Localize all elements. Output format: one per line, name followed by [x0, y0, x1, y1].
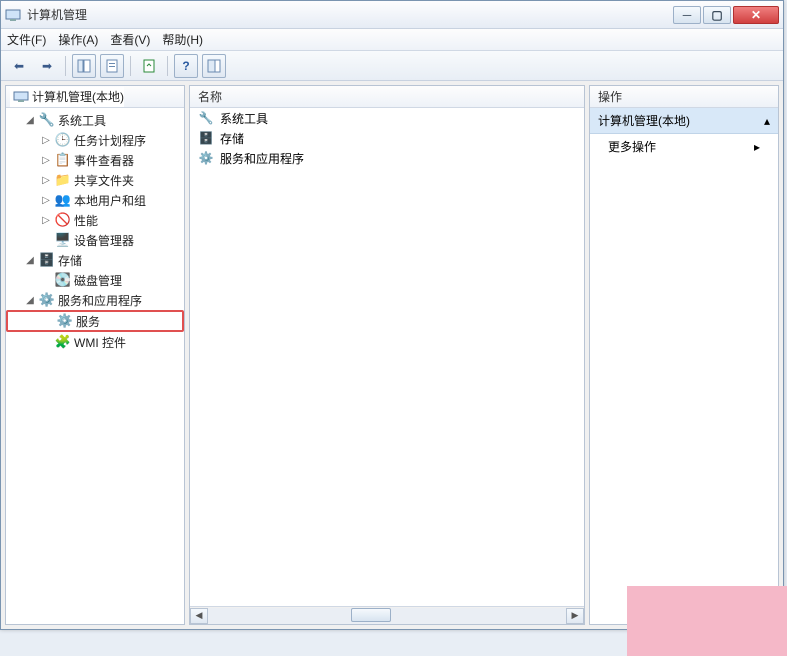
services-apps-icon: ⚙️ [39, 292, 55, 308]
folder-share-icon: 📁 [55, 172, 71, 188]
tree-item-services-apps[interactable]: ◢ ⚙️ 服务和应用程序 [6, 290, 184, 310]
scroll-thumb[interactable] [351, 608, 391, 622]
close-button[interactable]: ✕ [733, 6, 779, 24]
show-hide-tree-button[interactable] [72, 54, 96, 78]
scroll-left-button[interactable]: ◀ [190, 608, 208, 624]
menu-action[interactable]: 操作(A) [58, 31, 98, 48]
refresh-button[interactable] [137, 54, 161, 78]
actions-body: 计算机管理(本地) ▴ 更多操作 ▸ [590, 108, 778, 624]
tools-icon: 🔧 [198, 110, 214, 126]
tree-item-disk-management[interactable]: 💽 磁盘管理 [6, 270, 184, 290]
list-column-header[interactable]: 名称 [190, 86, 584, 108]
properties-button[interactable] [100, 54, 124, 78]
tree-item-task-scheduler[interactable]: ▷ 🕒 任务计划程序 [6, 130, 184, 150]
help-button[interactable]: ? [174, 54, 198, 78]
window-title: 计算机管理 [27, 6, 673, 23]
list-item[interactable]: 🗄️ 存储 [190, 128, 584, 148]
collapse-icon[interactable]: ◢ [24, 255, 36, 266]
content-area: 计算机管理(本地) ◢ 🔧 系统工具 ▷ 🕒 任务计划程序 ▷ 📋 事件查看 [1, 81, 783, 629]
menu-file[interactable]: 文件(F) [7, 31, 46, 48]
menu-view[interactable]: 查看(V) [110, 31, 150, 48]
actions-header: 操作 [590, 86, 778, 108]
list-item[interactable]: ⚙️ 服务和应用程序 [190, 148, 584, 168]
tree-header: 计算机管理(本地) [6, 86, 184, 108]
titlebar[interactable]: 计算机管理 ─ ▢ ✕ [1, 1, 783, 29]
expand-icon[interactable]: ▷ [40, 135, 52, 146]
actions-panel: 操作 计算机管理(本地) ▴ 更多操作 ▸ [589, 85, 779, 625]
tree-item-wmi[interactable]: 🧩 WMI 控件 [6, 332, 184, 352]
scroll-track[interactable] [208, 608, 566, 624]
action-more[interactable]: 更多操作 ▸ [590, 134, 778, 159]
expand-icon[interactable]: ▷ [40, 215, 52, 226]
tree-panel: 计算机管理(本地) ◢ 🔧 系统工具 ▷ 🕒 任务计划程序 ▷ 📋 事件查看 [5, 85, 185, 625]
tree-item-shared-folders[interactable]: ▷ 📁 共享文件夹 [6, 170, 184, 190]
storage-icon: 🗄️ [39, 252, 55, 268]
tree-item-local-users[interactable]: ▷ 👥 本地用户和组 [6, 190, 184, 210]
computer-icon [13, 89, 29, 105]
tree-item-device-manager[interactable]: 🖥️ 设备管理器 [6, 230, 184, 250]
services-apps-icon: ⚙️ [198, 150, 214, 166]
disk-icon: 💽 [55, 272, 71, 288]
toolbar: ⬅ ➡ ? [1, 51, 783, 81]
chevron-right-icon: ▸ [754, 140, 760, 154]
expand-icon[interactable]: ▷ [40, 195, 52, 206]
list-item[interactable]: 🔧 系统工具 [190, 108, 584, 128]
wmi-icon: 🧩 [55, 334, 71, 350]
back-button[interactable]: ⬅ [7, 54, 31, 78]
collapse-icon[interactable]: ▴ [764, 114, 770, 128]
clock-icon: 🕒 [55, 132, 71, 148]
users-icon: 👥 [55, 192, 71, 208]
expand-icon[interactable]: ▷ [40, 155, 52, 166]
app-window: 计算机管理 ─ ▢ ✕ 文件(F) 操作(A) 查看(V) 帮助(H) ⬅ ➡ … [0, 0, 784, 630]
watermark-block [627, 586, 787, 656]
collapse-icon[interactable]: ◢ [24, 115, 36, 126]
tree-item-event-viewer[interactable]: ▷ 📋 事件查看器 [6, 150, 184, 170]
menubar: 文件(F) 操作(A) 查看(V) 帮助(H) [1, 29, 783, 51]
separator [130, 56, 131, 76]
tree: ◢ 🔧 系统工具 ▷ 🕒 任务计划程序 ▷ 📋 事件查看器 ▷ 📁 [6, 108, 184, 354]
list-panel: 名称 🔧 系统工具 🗄️ 存储 ⚙️ 服务和应用程序 ◀ [189, 85, 585, 625]
actions-subject[interactable]: 计算机管理(本地) ▴ [590, 108, 778, 134]
collapse-icon[interactable]: ◢ [24, 295, 36, 306]
minimize-button[interactable]: ─ [673, 6, 701, 24]
show-action-pane-button[interactable] [202, 54, 226, 78]
event-icon: 📋 [55, 152, 71, 168]
menu-help[interactable]: 帮助(H) [162, 31, 203, 48]
window-controls: ─ ▢ ✕ [673, 6, 779, 24]
perf-icon: 🚫 [55, 212, 71, 228]
tree-item-system-tools[interactable]: ◢ 🔧 系统工具 [6, 110, 184, 130]
tree-item-services[interactable]: ⚙️ 服务 [6, 310, 184, 332]
separator [167, 56, 168, 76]
tools-icon: 🔧 [39, 112, 55, 128]
horizontal-scrollbar[interactable]: ◀ ▶ [190, 606, 584, 624]
storage-icon: 🗄️ [198, 130, 214, 146]
forward-button[interactable]: ➡ [35, 54, 59, 78]
maximize-button[interactable]: ▢ [703, 6, 731, 24]
separator [65, 56, 66, 76]
scroll-right-button[interactable]: ▶ [566, 608, 584, 624]
gear-icon: ⚙️ [57, 313, 73, 329]
tree-item-storage[interactable]: ◢ 🗄️ 存储 [6, 250, 184, 270]
tree-item-performance[interactable]: ▷ 🚫 性能 [6, 210, 184, 230]
tree-root-label[interactable]: 计算机管理(本地) [32, 88, 124, 105]
list-body: 🔧 系统工具 🗄️ 存储 ⚙️ 服务和应用程序 [190, 108, 584, 606]
device-icon: 🖥️ [55, 232, 71, 248]
expand-icon[interactable]: ▷ [40, 175, 52, 186]
app-icon [5, 7, 21, 23]
